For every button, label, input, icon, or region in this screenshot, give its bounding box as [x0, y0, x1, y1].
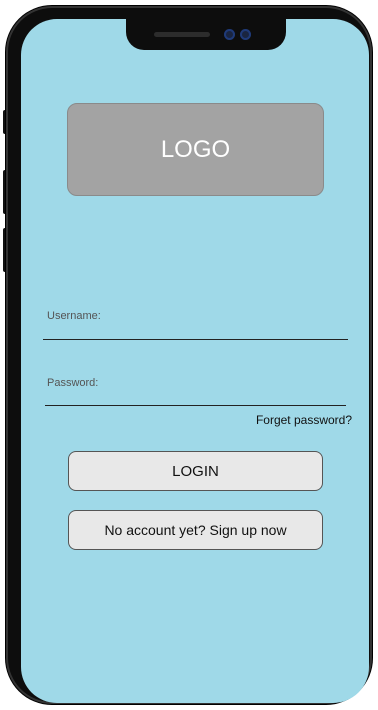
password-underline: [45, 405, 346, 406]
signup-button-label: No account yet? Sign up now: [104, 522, 287, 538]
username-label: Username:: [47, 310, 101, 322]
password-label: Password:: [47, 377, 99, 389]
speaker-grille: [154, 32, 210, 37]
logo-text: LOGO: [160, 135, 231, 163]
sensor-icon: [240, 29, 251, 40]
username-underline: [43, 339, 348, 340]
login-button-label: LOGIN: [172, 462, 219, 480]
login-mockup: LOGO Username: Password: Forget password…: [0, 0, 378, 710]
phone-notch: [126, 19, 286, 50]
login-button[interactable]: LOGIN: [68, 451, 323, 491]
signup-button[interactable]: No account yet? Sign up now: [68, 510, 323, 550]
forgot-password-link[interactable]: Forget password?: [256, 413, 352, 427]
front-camera-icon: [224, 29, 235, 40]
phone-screen: LOGO Username: Password: Forget password…: [21, 19, 369, 703]
logo-placeholder: LOGO: [67, 103, 324, 196]
phone-frame: LOGO Username: Password: Forget password…: [6, 6, 372, 704]
